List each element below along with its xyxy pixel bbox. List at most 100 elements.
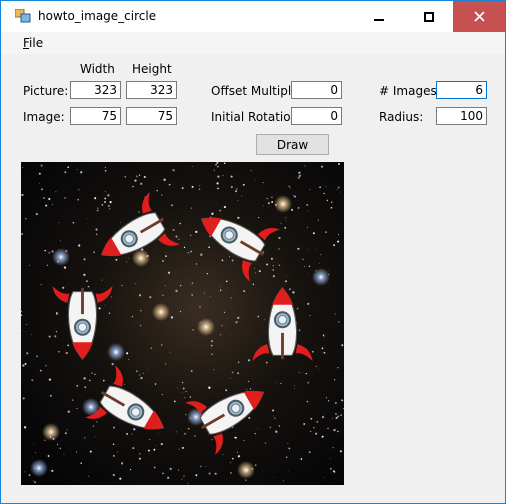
- star: [173, 400, 176, 403]
- star: [72, 221, 75, 224]
- star: [275, 381, 277, 383]
- star: [179, 310, 182, 313]
- star: [165, 252, 167, 254]
- star: [323, 192, 325, 195]
- star: [320, 253, 322, 255]
- star: [200, 253, 203, 256]
- star: [80, 462, 82, 464]
- star: [326, 199, 329, 202]
- star: [321, 347, 324, 350]
- star: [219, 209, 222, 212]
- maximize-button[interactable]: [406, 1, 452, 32]
- star: [136, 370, 138, 373]
- star: [47, 455, 50, 457]
- star: [213, 369, 215, 371]
- app-icon[interactable]: [15, 9, 31, 23]
- star: [89, 450, 92, 453]
- menu-file[interactable]: File: [23, 36, 43, 50]
- picture-height-field[interactable]: 323: [126, 81, 177, 99]
- star: [248, 416, 251, 419]
- star: [278, 236, 281, 240]
- draw-button[interactable]: Draw: [256, 134, 329, 155]
- bright-star: [237, 461, 255, 479]
- star: [24, 217, 27, 220]
- star: [278, 425, 281, 427]
- star: [192, 329, 194, 331]
- star: [298, 171, 301, 174]
- star: [140, 309, 142, 312]
- initial-rotation-field[interactable]: 0: [291, 107, 342, 125]
- star: [83, 377, 86, 380]
- star: [313, 427, 315, 429]
- minimize-button[interactable]: [356, 1, 402, 32]
- star: [175, 431, 177, 433]
- star: [213, 169, 215, 171]
- star: [187, 483, 189, 485]
- star: [64, 171, 67, 174]
- star: [169, 467, 172, 471]
- star: [94, 197, 97, 200]
- star: [310, 417, 313, 420]
- star: [311, 350, 314, 353]
- star: [273, 477, 275, 479]
- star: [288, 471, 289, 473]
- star: [273, 415, 275, 417]
- star: [120, 222, 122, 223]
- star: [329, 457, 331, 459]
- image-width-field[interactable]: 75: [70, 107, 121, 125]
- star: [76, 169, 78, 170]
- star: [191, 282, 194, 284]
- star: [217, 175, 220, 178]
- star: [31, 457, 33, 459]
- star: [129, 468, 132, 471]
- bright-star: [52, 248, 70, 266]
- star: [55, 312, 58, 314]
- star: [120, 462, 124, 465]
- star: [338, 163, 340, 165]
- star: [154, 383, 157, 385]
- star: [271, 201, 274, 203]
- star: [75, 451, 77, 453]
- star: [119, 477, 122, 480]
- star: [107, 205, 110, 207]
- picture-width-field[interactable]: 323: [70, 81, 121, 99]
- star: [182, 392, 183, 394]
- star: [162, 472, 164, 475]
- star: [337, 186, 340, 189]
- star: [107, 194, 110, 197]
- star: [298, 329, 301, 331]
- star: [329, 467, 332, 470]
- star: [126, 432, 129, 435]
- star: [325, 185, 327, 187]
- star: [92, 425, 95, 427]
- star: [191, 185, 194, 188]
- image-height-field[interactable]: 75: [126, 107, 177, 125]
- star: [104, 166, 106, 168]
- offset-multiple-field[interactable]: 0: [291, 81, 342, 99]
- star: [80, 171, 83, 174]
- height-column-header: Height: [132, 62, 172, 76]
- star: [282, 480, 284, 482]
- star: [284, 226, 287, 229]
- width-column-header: Width: [80, 62, 115, 76]
- star: [167, 271, 171, 274]
- star: [121, 284, 123, 287]
- num-images-field[interactable]: 6: [436, 81, 487, 99]
- star: [83, 273, 86, 276]
- star: [103, 200, 107, 204]
- star: [51, 203, 53, 205]
- star: [292, 291, 295, 294]
- star: [190, 250, 192, 253]
- star: [297, 176, 300, 179]
- star: [64, 432, 67, 435]
- star: [306, 400, 309, 403]
- star: [164, 285, 166, 287]
- star: [109, 201, 112, 204]
- star: [237, 361, 240, 363]
- star: [312, 232, 315, 235]
- radius-field[interactable]: 100: [436, 107, 487, 125]
- star: [161, 259, 165, 263]
- star: [134, 179, 137, 182]
- star: [296, 307, 299, 310]
- close-button[interactable]: [453, 1, 505, 32]
